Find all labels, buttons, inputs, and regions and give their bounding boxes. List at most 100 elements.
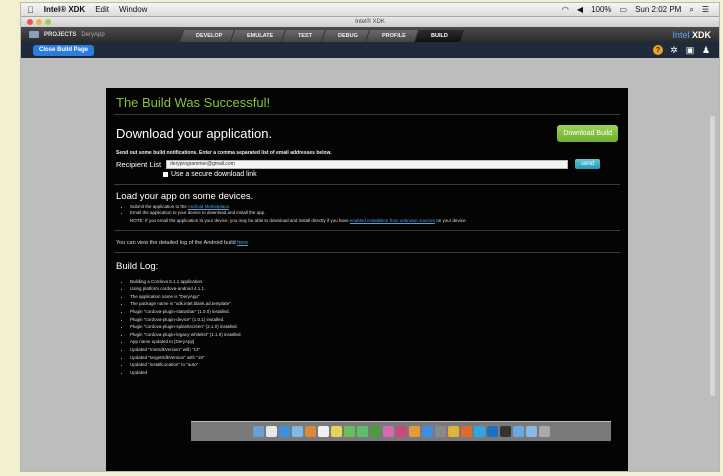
folder-icon[interactable]: [512, 426, 524, 437]
note-text: on your device.: [434, 218, 467, 223]
main-tabbar: PROJECTS DeryApp DEVELOP EMULATE TEST DE…: [21, 27, 719, 42]
terminal-icon[interactable]: [499, 426, 511, 437]
install-note: NOTE: If you email the application to yo…: [106, 216, 628, 225]
window-titlebar: Intel® XDK: [21, 17, 719, 27]
tab-emulate-label: EMULATE: [247, 33, 274, 39]
firefox-icon[interactable]: [460, 426, 472, 437]
step-text: .: [229, 204, 231, 209]
build-toolbar: Close Build Page ? ✲ ▣ ♟: [21, 42, 719, 58]
menu-edit[interactable]: Edit: [95, 5, 109, 14]
mail-icon[interactable]: [291, 426, 303, 437]
screen-frame:  Intel® XDK Edit Window ◠ ◀ 100% ▭ Sun …: [20, 2, 720, 472]
intel-xdk-logo: Intel XDK: [672, 30, 719, 40]
build-result-panel: The Build Was Successful! Download your …: [106, 88, 628, 471]
skype-icon[interactable]: [473, 426, 485, 437]
build-log-item: The application name is "DeryApp": [130, 294, 628, 299]
xdk-icon[interactable]: [486, 426, 498, 437]
messages-icon[interactable]: [356, 426, 368, 437]
build-log-item: App name updated to [DeryApp]: [130, 339, 628, 344]
facetime-icon[interactable]: [369, 426, 381, 437]
recipient-list-input[interactable]: [166, 159, 569, 169]
calendar-icon[interactable]: [317, 426, 329, 437]
build-success-heading: The Build Was Successful!: [116, 95, 271, 110]
mac-dock: [191, 421, 611, 441]
build-log-heading: Build Log:: [116, 261, 159, 272]
detailed-log-line: You can view the detailed log of the And…: [106, 231, 628, 252]
mac-menubar:  Intel® XDK Edit Window ◠ ◀ 100% ▭ Sun …: [21, 3, 719, 17]
itunes-icon[interactable]: [395, 426, 407, 437]
user-icon[interactable]: ♟: [701, 45, 711, 55]
tab-build-label: BUILD: [431, 33, 449, 39]
ibooks-icon[interactable]: [408, 426, 420, 437]
apple-icon[interactable]: : [27, 5, 34, 15]
build-log-item: The package name is "xdk.intel.blank.ad.…: [130, 301, 628, 306]
appstore-icon[interactable]: [421, 426, 433, 437]
tab-test-label: TEST: [298, 33, 313, 39]
brand-xdk: XDK: [691, 29, 711, 40]
log-text: You can view the detailed log of the And…: [116, 240, 238, 246]
tab-debug-label: DEBUG: [337, 33, 358, 39]
downloads-icon[interactable]: [525, 426, 537, 437]
list-item: Email the application to your device to …: [130, 210, 628, 215]
notification-instructions: Send out some build notifications. Enter…: [116, 150, 332, 156]
build-log-here-link[interactable]: here: [237, 240, 248, 246]
build-log-item: Updated "minSdkVersion" with "14": [130, 347, 628, 352]
step-text: Submit the application to the: [130, 204, 188, 209]
build-log-item: Plugin "cordova-plugin-legacy-whitelist"…: [130, 332, 628, 337]
finder-icon[interactable]: [252, 426, 264, 437]
projects-tab[interactable]: PROJECTS DeryApp: [21, 31, 181, 38]
launchpad-icon[interactable]: [265, 426, 277, 437]
notification-list-icon[interactable]: ☰: [702, 5, 709, 14]
build-log-item: Plugin "cordova-plugin-splashscreen" (2.…: [130, 324, 628, 329]
close-build-page-button[interactable]: Close Build Page: [33, 44, 95, 56]
build-log-item: Updated "installLocation" to "auto": [130, 362, 628, 367]
tab-build[interactable]: BUILD: [414, 30, 465, 42]
download-heading: Download your application.: [116, 126, 273, 141]
tab-profile-label: PROFILE: [382, 33, 407, 39]
battery-icon[interactable]: ▭: [620, 5, 628, 14]
window-title: Intel® XDK: [355, 19, 385, 25]
build-log-item: Plugin "cordova-plugin-device" (1.0.1) i…: [130, 317, 628, 322]
project-name: DeryApp: [81, 31, 105, 38]
build-log-item: Plugin "cordova-plugin-statusbar" (1.0.0…: [130, 309, 628, 314]
photo-icon[interactable]: [382, 426, 394, 437]
app-menu[interactable]: Intel® XDK: [44, 5, 85, 14]
folder-icon: [29, 31, 39, 38]
preferences-icon[interactable]: [434, 426, 446, 437]
projects-label: PROJECTS: [44, 31, 77, 38]
send-button[interactable]: send: [575, 159, 601, 169]
notes-icon[interactable]: [330, 426, 342, 437]
build-log-item: Building a Cordova 5.1.1 application.: [130, 279, 628, 284]
build-log-item: Updated "targetSdkVersion" with "19": [130, 355, 628, 360]
volume-icon[interactable]: ◀: [577, 5, 583, 14]
spotlight-icon[interactable]: ⌕: [689, 5, 693, 15]
trash-icon[interactable]: [538, 426, 550, 437]
menu-window[interactable]: Window: [119, 5, 147, 14]
android-marketplace-link[interactable]: Android Marketplace: [188, 204, 229, 209]
page-scrollbar[interactable]: [710, 116, 715, 396]
unknown-sources-link[interactable]: enabled installation from unknown source…: [350, 218, 435, 223]
build-log-item: Updated: [130, 370, 628, 375]
load-devices-heading: Load your app on some devices.: [116, 191, 254, 202]
clock[interactable]: Sun 2:02 PM: [635, 5, 681, 14]
battery-percent: 100%: [591, 5, 612, 14]
brand-intel: Intel: [672, 29, 690, 40]
help-icon[interactable]: ?: [653, 45, 663, 55]
wifi-icon[interactable]: ◠: [562, 5, 569, 14]
secure-link-label: Use a secure download link: [171, 171, 257, 178]
build-page-content: The Build Was Successful! Download your …: [21, 58, 719, 471]
maps-icon[interactable]: [343, 426, 355, 437]
settings-gear-icon[interactable]: ✲: [669, 45, 679, 55]
device-steps-list: Submit the application to the Android Ma…: [106, 204, 628, 215]
tab-develop-label: DEVELOP: [196, 33, 223, 39]
chrome-icon[interactable]: [447, 426, 459, 437]
list-item: Submit the application to the Android Ma…: [130, 204, 628, 209]
safari-icon[interactable]: [278, 426, 290, 437]
build-log-item: Using platform cordova-android 4.1.1.: [130, 286, 628, 291]
build-log-list: Building a Cordova 5.1.1 application. Usi…: [106, 279, 628, 375]
contacts-icon[interactable]: [304, 426, 316, 437]
secure-link-checkbox[interactable]: [163, 172, 168, 177]
comment-icon[interactable]: ▣: [685, 45, 695, 55]
recipient-list-label: Recipient List: [116, 159, 162, 169]
download-build-button[interactable]: Download Build: [557, 125, 618, 142]
